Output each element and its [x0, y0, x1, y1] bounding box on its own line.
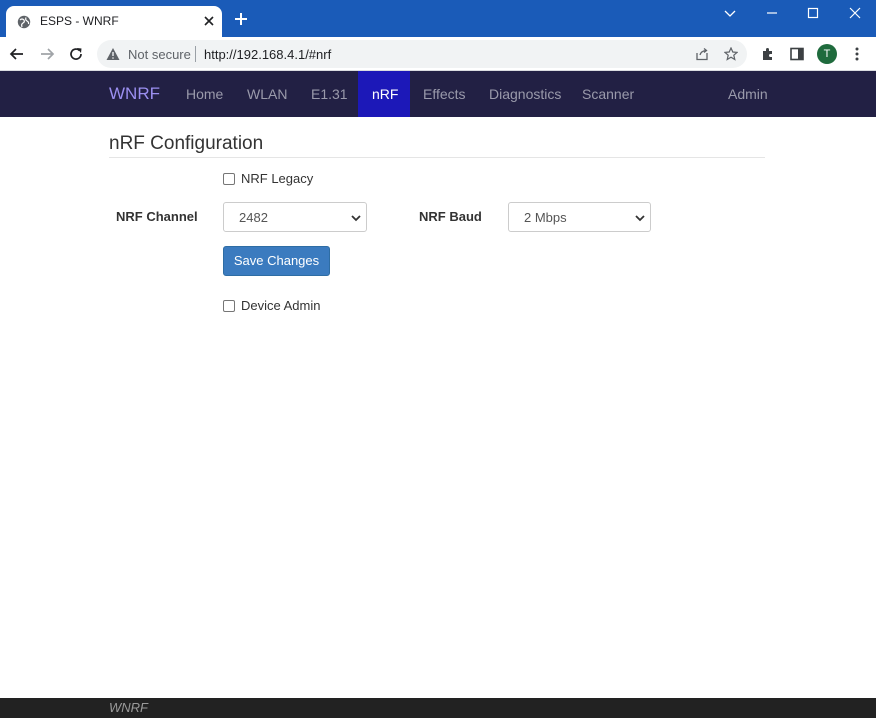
page-footer: WNRF — [0, 698, 876, 718]
nav-item-nrf-label[interactable]: nRF — [372, 86, 398, 102]
avatar[interactable]: T — [817, 44, 837, 64]
page-title: nRF Configuration — [109, 133, 264, 154]
footer-brand: WNRF — [109, 700, 148, 715]
brand-link[interactable]: WNRF — [109, 84, 160, 104]
chevron-down-icon — [351, 215, 361, 222]
omnibox-divider — [195, 46, 196, 62]
nav-item-wlan[interactable]: WLAN — [247, 86, 287, 102]
device-admin-checkbox[interactable] — [223, 300, 235, 312]
share-icon[interactable] — [695, 47, 709, 61]
url-text[interactable]: http://192.168.4.1/#nrf — [204, 47, 331, 62]
nrf-channel-label: NRF Channel — [116, 209, 198, 224]
tab-search-chevron-icon[interactable] — [722, 5, 738, 21]
star-icon[interactable] — [724, 47, 738, 61]
tab-title: ESPS - WNRF — [40, 14, 119, 28]
window-close-icon[interactable] — [847, 5, 863, 21]
nrf-legacy-label[interactable]: NRF Legacy — [241, 171, 313, 186]
nav-item-effects[interactable]: Effects — [423, 86, 466, 102]
chevron-down-icon — [635, 215, 645, 222]
extensions-icon[interactable] — [760, 46, 776, 62]
reload-icon[interactable] — [68, 46, 84, 62]
nrf-baud-label: NRF Baud — [419, 209, 482, 224]
nrf-baud-value: 2 Mbps — [524, 210, 567, 225]
browser-tab[interactable]: ESPS - WNRF — [6, 6, 222, 37]
close-icon[interactable] — [202, 14, 216, 28]
title-divider — [109, 157, 765, 158]
app-navbar: WNRF Home WLAN E1.31 nRF Effects Diagnos… — [0, 71, 876, 117]
nrf-baud-select[interactable]: 2 Mbps — [508, 202, 651, 232]
address-bar[interactable]: Not secure http://192.168.4.1/#nrf — [97, 40, 747, 68]
minimize-icon[interactable] — [764, 5, 780, 21]
nav-item-diagnostics[interactable]: Diagnostics — [489, 86, 561, 102]
nrf-channel-select[interactable]: 2482 — [223, 202, 367, 232]
maximize-icon[interactable] — [805, 5, 821, 21]
nav-item-e131[interactable]: E1.31 — [311, 86, 348, 102]
nav-item-scanner[interactable]: Scanner — [582, 86, 634, 102]
device-admin-label[interactable]: Device Admin — [241, 298, 320, 313]
browser-toolbar: Not secure http://192.168.4.1/#nrf T — [0, 37, 876, 71]
nav-item-admin[interactable]: Admin — [728, 86, 768, 102]
nrf-legacy-checkbox[interactable] — [223, 173, 235, 185]
kebab-menu-icon[interactable] — [849, 46, 865, 62]
nav-item-home[interactable]: Home — [186, 86, 223, 102]
globe-icon — [17, 15, 31, 29]
nrf-channel-value: 2482 — [239, 210, 268, 225]
plus-icon[interactable] — [233, 11, 249, 27]
warning-icon[interactable] — [106, 47, 120, 61]
sidepanel-icon[interactable] — [789, 46, 805, 62]
forward-arrow-icon[interactable] — [39, 46, 55, 62]
save-changes-button[interactable]: Save Changes — [223, 246, 330, 276]
security-label[interactable]: Not secure — [128, 47, 191, 62]
back-arrow-icon[interactable] — [9, 46, 25, 62]
browser-titlebar: ESPS - WNRF — [0, 0, 876, 37]
